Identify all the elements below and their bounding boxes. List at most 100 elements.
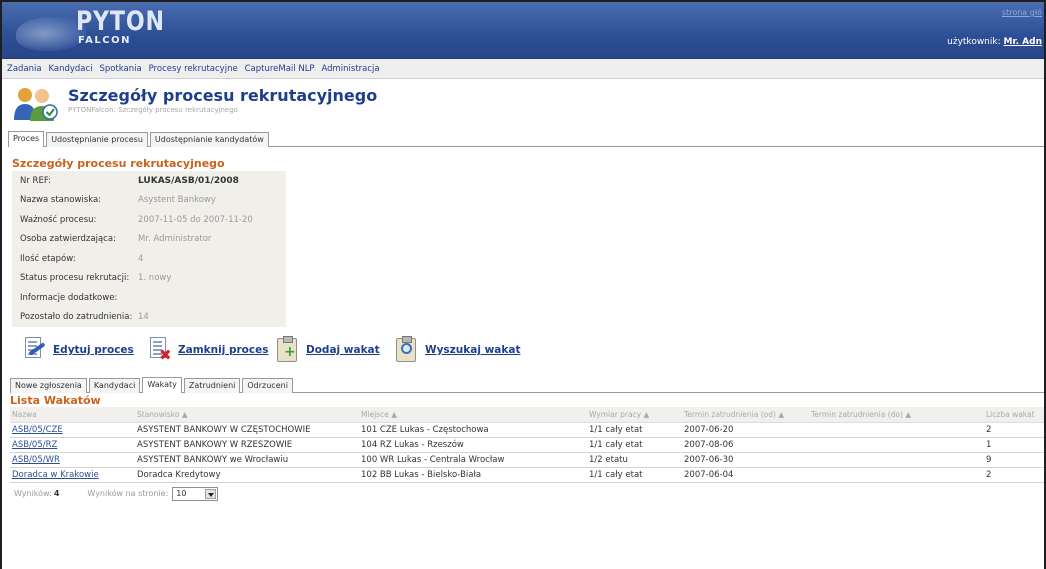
detail-row-approver: Osoba zatwierdzająca: Mr. Administrator [12, 230, 286, 250]
menu-item-candidates[interactable]: Kandydaci [48, 64, 92, 74]
table-cell-location: 101 CZE Lukas - Częstochowa [359, 422, 587, 438]
detail-row-position: Nazwa stanowiska: Asystent Bankowy [12, 191, 286, 211]
edit-process-button[interactable]: Edytuj proces [22, 335, 134, 365]
people-icon [14, 88, 58, 121]
table-cell-end-date [809, 467, 984, 483]
table-cell-position: ASYSTENT BANKOWY we Wrocławiu [135, 452, 359, 468]
table-row: ASB/05/RZ ASYSTENT BANKOWY W RZESZOWIE 1… [10, 437, 1044, 453]
table-cell-end-date [809, 422, 984, 438]
results-label: Wyników: [14, 489, 52, 498]
close-process-button[interactable]: ✖ Zamknij proces [147, 335, 268, 365]
tab-candidates[interactable]: Kandydaci [88, 378, 141, 393]
menu-item-recruitment-processes[interactable]: Procesy rekrutacyjne [149, 64, 238, 74]
table-cell-location: 104 RZ Lukas - Rzeszów [359, 437, 587, 453]
table-cell-vacancy-count: 2 [984, 467, 1044, 483]
user-name-link[interactable]: Mr. Adn [1004, 37, 1042, 47]
edit-process-label[interactable]: Edytuj proces [53, 344, 134, 356]
detail-label: Nr REF: [20, 175, 51, 186]
logo-subtitle: FALCON [78, 35, 132, 46]
menu-item-meetings[interactable]: Spotkania [99, 64, 141, 74]
detail-value: 1. nowy [138, 273, 172, 284]
detail-label: Osoba zatwierdzająca: [20, 234, 116, 245]
column-header-name[interactable]: Nazwa [10, 407, 135, 423]
column-header-start-date[interactable]: Termin zatrudnienia (od) ▲ [682, 407, 809, 423]
table-cell-location: 100 WR Lukas - Centrala Wrocław [359, 452, 587, 468]
table-row: Doradca w Krakowie Doradca Kredytowy 102… [10, 467, 1044, 483]
detail-value: Asystent Bankowy [138, 195, 216, 206]
menu-item-capturemail[interactable]: CaptureMail NLP [245, 64, 315, 74]
tab-new-applications[interactable]: Nowe zgłoszenia [10, 378, 87, 393]
close-process-label[interactable]: Zamknij proces [178, 344, 268, 356]
chevron-down-icon[interactable] [205, 488, 217, 499]
user-label: użytkownik: [947, 37, 1001, 47]
table-cell-position: ASYSTENT BANKOWY W RZESZOWIE [135, 437, 359, 453]
user-info: użytkownik: Mr. Adn [947, 37, 1042, 47]
table-cell-start-date: 2007-06-04 [682, 467, 809, 483]
vacancy-list-title: Lista Wakatów [10, 394, 101, 407]
header: PYTON FALCON strona głó użytkownik: Mr. … [2, 2, 1044, 59]
per-page-value: 10 [176, 489, 187, 498]
table-cell-location: 102 BB Lukas - Bielsko-Biała [359, 467, 587, 483]
menu-item-tasks[interactable]: Zadania [7, 64, 42, 74]
detail-row-remaining: Pozostało do zatrudnienia: 14 [12, 308, 286, 328]
vacancy-tabs: Nowe zgłoszenia Kandydaci Wakaty Zatrudnien… [10, 375, 1044, 393]
close-document-icon: ✖ [147, 335, 172, 365]
table-cell-workload: 1/1 cały etat [587, 422, 682, 438]
table-cell-vacancy-count: 2 [984, 422, 1044, 438]
table-cell-name: Doradca w Krakowie [10, 467, 135, 483]
detail-label: Ilość etapów: [20, 253, 76, 264]
vacancy-link[interactable]: ASB/05/WR [12, 455, 60, 465]
table-cell-start-date: 2007-06-30 [682, 452, 809, 468]
process-tabs: Proces Udostępnianie procesu Udostępnianie… [8, 129, 1044, 147]
detail-value: LUKAS/ASB/01/2008 [138, 175, 239, 186]
detail-value: 14 [138, 312, 149, 323]
column-header-end-date[interactable]: Termin zatrudnienia (do) ▲ [809, 407, 984, 423]
tab-rejected[interactable]: Odrzuceni [242, 378, 293, 393]
table-row: ASB/05/CZE ASYSTENT BANKOWY W CZĘSTOCHOW… [10, 422, 1044, 438]
home-page-link[interactable]: strona głó [1002, 8, 1042, 17]
table-header-row: Nazwa Stanowisko ▲ Miejsce ▲ Wymiar prac… [10, 407, 1044, 423]
breadcrumb: PYTONFalcon: Szczegóły procesu rekrutacy… [68, 106, 238, 114]
table-cell-position: Doradca Kredytowy [135, 467, 359, 483]
details-title: Szczegóły procesu rekrutacyjnego [12, 157, 225, 170]
search-vacancy-label[interactable]: Wyszukaj wakat [425, 344, 520, 356]
table-cell-vacancy-count: 9 [984, 452, 1044, 468]
detail-row-stages: Ilość etapów: 4 [12, 249, 286, 269]
detail-row-ref: Nr REF: LUKAS/ASB/01/2008 [12, 171, 286, 191]
column-header-workload[interactable]: Wymiar pracy ▲ [587, 407, 682, 423]
detail-value: Mr. Administrator [138, 234, 212, 245]
add-vacancy-label[interactable]: Dodaj wakat [306, 344, 380, 356]
tab-process-sharing[interactable]: Udostępnianie procesu [46, 132, 148, 147]
column-header-position[interactable]: Stanowisko ▲ [135, 407, 359, 423]
table-cell-name: ASB/05/CZE [10, 422, 135, 438]
table-cell-vacancy-count: 1 [984, 437, 1044, 453]
table-cell-workload: 1/1 cały etat [587, 467, 682, 483]
app-window: PYTON FALCON strona głó użytkownik: Mr. … [0, 0, 1046, 569]
detail-row-additional-info: Informacje dodatkowe: [12, 288, 286, 308]
main-menu: Zadania Kandydaci Spotkania Procesy rekr… [2, 59, 1044, 79]
vacancy-link[interactable]: ASB/05/RZ [12, 440, 57, 450]
column-header-location[interactable]: Miejsce ▲ [359, 407, 587, 423]
vacancy-link[interactable]: Doradca w Krakowie [12, 470, 99, 480]
clipboard-add-icon: + [275, 335, 300, 365]
search-vacancy-button[interactable]: Wyszukaj wakat [394, 335, 520, 365]
column-header-vacancy-count[interactable]: Liczba wakat [984, 407, 1044, 423]
vacancy-table: Nazwa Stanowisko ▲ Miejsce ▲ Wymiar prac… [10, 407, 1044, 483]
per-page-select[interactable]: 10 [172, 486, 219, 501]
detail-label: Nazwa stanowiska: [20, 195, 102, 206]
tab-hired[interactable]: Zatrudnieni [183, 378, 241, 393]
tab-candidate-sharing[interactable]: Udostępnianie kandydatów [149, 132, 269, 147]
tab-vacancies[interactable]: Wakaty [142, 377, 182, 393]
add-vacancy-button[interactable]: + Dodaj wakat [275, 335, 380, 365]
vacancy-link[interactable]: ASB/05/CZE [12, 425, 63, 435]
detail-row-validity: Ważność procesu: 2007-11-05 do 2007-11-20 [12, 210, 286, 230]
menu-item-administration[interactable]: Administracja [321, 64, 379, 74]
detail-row-status: Status procesu rekrutacji: 1. nowy [12, 269, 286, 289]
per-page-label: Wyników na stronie: [87, 489, 169, 498]
logo: PYTON FALCON [16, 6, 164, 55]
tab-process[interactable]: Proces [8, 131, 45, 147]
table-row: ASB/05/WR ASYSTENT BANKOWY we Wrocławiu … [10, 452, 1044, 468]
table-cell-name: ASB/05/RZ [10, 437, 135, 453]
detail-label: Informacje dodatkowe: [20, 292, 118, 303]
details-panel: Nr REF: LUKAS/ASB/01/2008 Nazwa stanowisk… [12, 171, 286, 327]
